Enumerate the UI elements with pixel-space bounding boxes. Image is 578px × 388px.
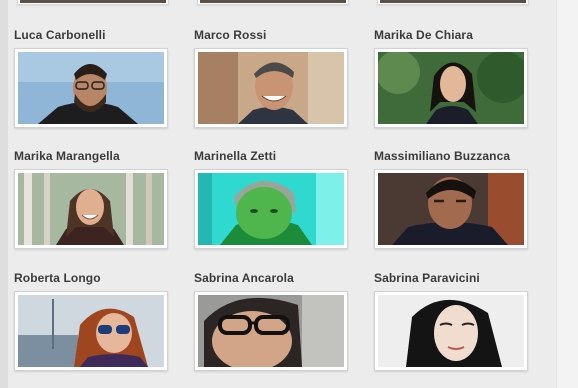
person-photo-link[interactable] bbox=[374, 48, 528, 128]
person-photo bbox=[198, 173, 344, 245]
person-card[interactable]: Marika Marangella bbox=[14, 149, 174, 249]
person-name[interactable]: Luca Carbonelli bbox=[14, 28, 174, 43]
person-photo bbox=[18, 295, 164, 367]
person-photo-link[interactable] bbox=[194, 48, 348, 128]
person-photo bbox=[198, 52, 344, 124]
scrollbar-track[interactable] bbox=[556, 0, 578, 388]
person-name[interactable]: Massimiliano Buzzanca bbox=[374, 149, 534, 164]
person-photo bbox=[18, 173, 164, 245]
person-card[interactable]: Marinella Zetti bbox=[194, 149, 354, 249]
person-name[interactable]: Marika Marangella bbox=[14, 149, 174, 164]
person-name[interactable]: Marco Rossi bbox=[194, 28, 354, 43]
person-name[interactable]: Marika De Chiara bbox=[374, 28, 534, 43]
person-card[interactable]: Marika De Chiara bbox=[374, 28, 534, 128]
person-card[interactable]: Roberta Longo bbox=[14, 271, 174, 371]
person-photo-link[interactable] bbox=[194, 169, 348, 249]
person-photo-link[interactable] bbox=[194, 291, 348, 371]
person-photo bbox=[378, 173, 524, 245]
person-photo-link[interactable] bbox=[14, 169, 168, 249]
person-photo bbox=[198, 295, 344, 367]
left-margin bbox=[0, 0, 8, 388]
person-photo bbox=[378, 52, 524, 124]
person-name[interactable]: Sabrina Ancarola bbox=[194, 271, 354, 286]
person-name[interactable]: Roberta Longo bbox=[14, 271, 174, 286]
person-card[interactable]: Marco Rossi bbox=[194, 28, 354, 128]
person-photo-link[interactable] bbox=[374, 169, 528, 249]
previous-row-photo[interactable] bbox=[17, 0, 169, 5]
person-name[interactable]: Sabrina Paravicini bbox=[374, 271, 534, 286]
person-name[interactable]: Marinella Zetti bbox=[194, 149, 354, 164]
previous-row-photo[interactable] bbox=[197, 0, 349, 5]
person-card[interactable]: Luca Carbonelli bbox=[14, 28, 174, 128]
person-photo bbox=[378, 295, 524, 367]
people-grid-page: Luca Carbonelli Marco Rossi Marika De Ch… bbox=[0, 0, 578, 388]
person-photo-link[interactable] bbox=[374, 291, 528, 371]
previous-row-photo[interactable] bbox=[377, 0, 529, 5]
person-card[interactable]: Sabrina Ancarola bbox=[194, 271, 354, 371]
person-photo-link[interactable] bbox=[14, 48, 168, 128]
person-photo bbox=[18, 52, 164, 124]
person-photo-link[interactable] bbox=[14, 291, 168, 371]
person-card[interactable]: Massimiliano Buzzanca bbox=[374, 149, 534, 249]
person-card[interactable]: Sabrina Paravicini bbox=[374, 271, 534, 371]
